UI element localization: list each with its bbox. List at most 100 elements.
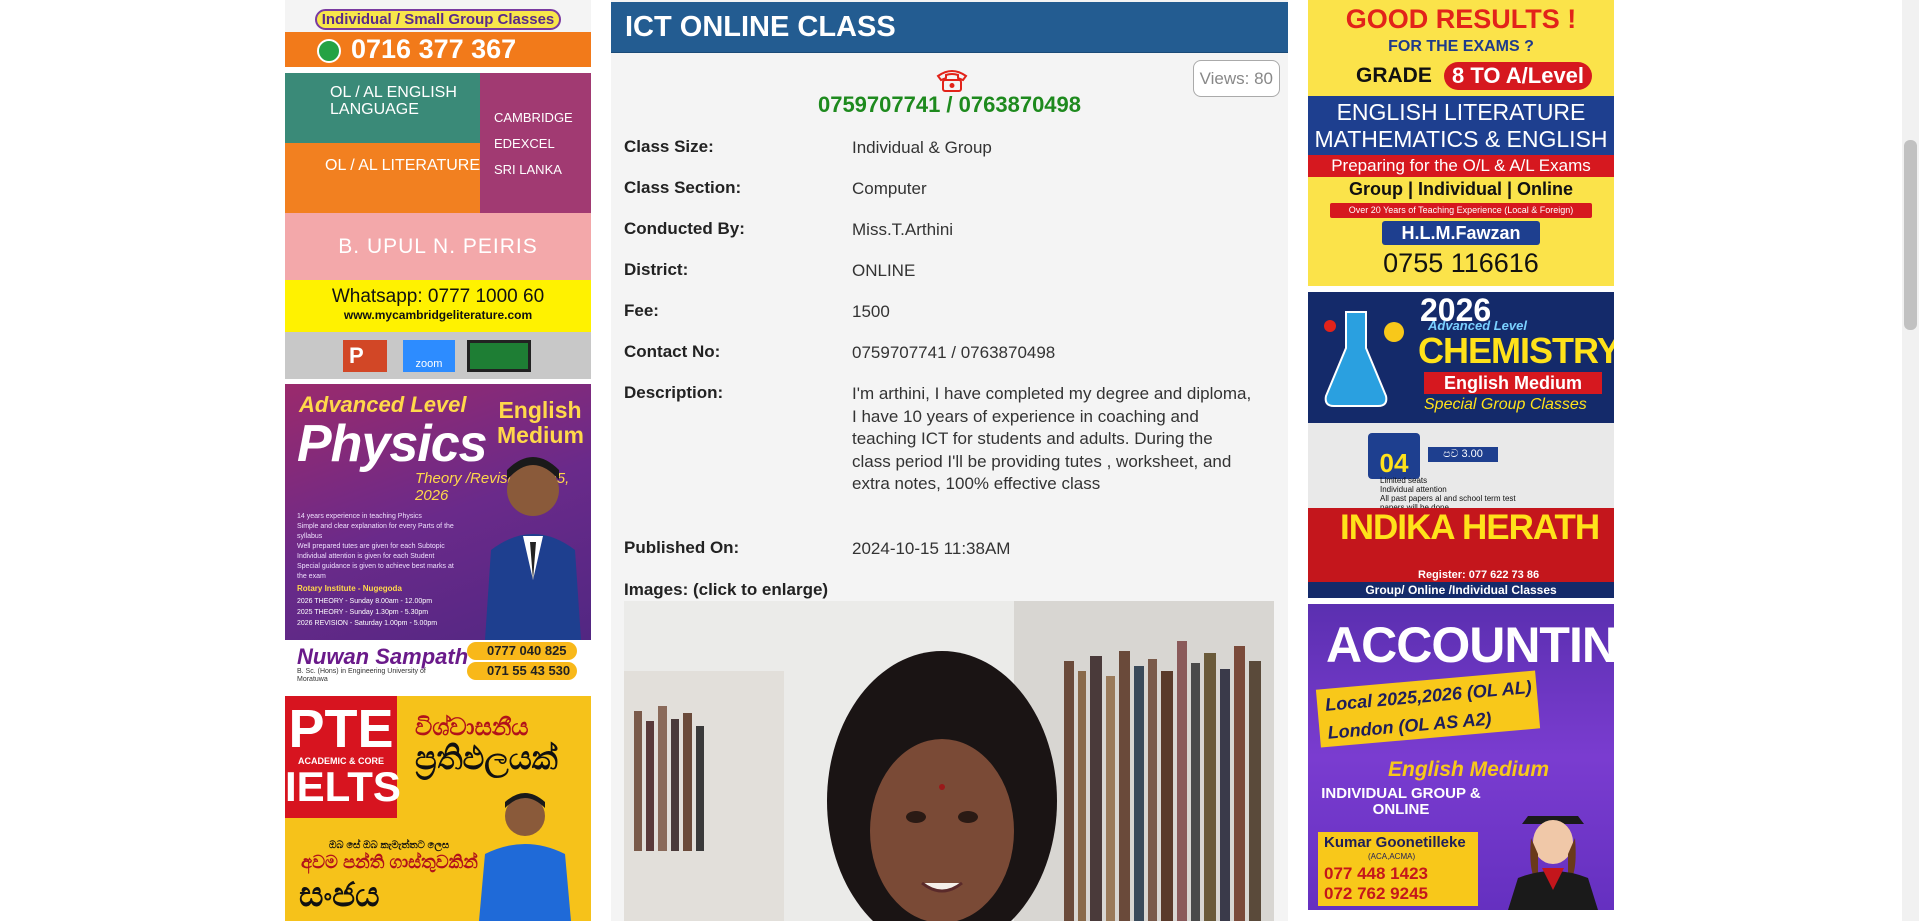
note: Individual attention <box>1380 485 1447 494</box>
detail-label: Class Section: <box>624 178 742 197</box>
ad-phone-2: 071 55 43 530 <box>467 662 577 680</box>
ad-pte: PTE <box>288 699 394 759</box>
teacher-photo <box>485 457 581 640</box>
ad-app-icons: P zoom <box>285 332 591 379</box>
detail-value: I'm arthini, I have completed my degree … <box>852 384 1252 493</box>
ad-subject: ENGLISH LITERATURE <box>1336 99 1586 125</box>
ad-banner-accounting[interactable]: ACCOUNTING Local 2025,2026 (OL AL) Londo… <box>1308 604 1614 910</box>
detail-value: Computer <box>852 179 927 198</box>
ad-banner-chemistry[interactable]: 2026 Advanced Level CHEMISTRY English Me… <box>1308 292 1614 598</box>
schedule-line: 2026 REVISION - Saturday 1.00pm - 5.00pm <box>297 620 438 627</box>
ad-register: Register: 077 622 73 86 <box>1418 569 1540 581</box>
ad-medium: English Medium <box>1388 758 1550 781</box>
ad-banner-english-maths[interactable]: GOOD RESULTS ! FOR THE EXAMS ? GRADE 8 T… <box>1308 0 1614 286</box>
schedule-line: 2026 THEORY - Sunday 8.00am - 12.00pm <box>297 598 433 605</box>
detail-label: Conducted By: <box>624 219 745 238</box>
google-classroom-icon <box>467 340 531 372</box>
ad-medium: English Medium <box>1424 372 1602 394</box>
ad-banner-tuition-phone[interactable]: Individual / Small Group Classes 0716 37… <box>285 0 591 67</box>
ad-banner-english-literature[interactable]: OL / AL ENGLISH LANGUAGE OL / AL LITERAT… <box>285 73 591 379</box>
ad-subject: CHEMISTRY <box>1418 330 1614 371</box>
zoom-icon: zoom <box>403 340 455 372</box>
ad-banner-physics[interactable]: Advanced Level Physics Theory /Revision … <box>285 384 591 690</box>
ad-phone-2: 072 762 9245 <box>1324 884 1428 903</box>
detail-value: Miss.T.Arthini <box>852 220 954 239</box>
listing-panel: ICT ONLINE CLASS Views: 80 0759707741 / … <box>611 0 1288 921</box>
ad-teacher-name: Kumar Goonetilleke <box>1324 834 1466 851</box>
ad-course-literature: OL / AL LITERATURE <box>285 143 480 213</box>
ad-sinhala-3: ඔබ සේ ඔබ කැමැත්තට ලෙස <box>329 840 450 851</box>
ad-headline: GOOD RESULTS ! <box>1345 4 1577 34</box>
board-edexcel: EDEXCEL <box>494 136 555 151</box>
board-cambridge: CAMBRIDGE <box>494 110 573 125</box>
scrollbar-track[interactable] <box>1902 0 1919 921</box>
ad-notes: Limited seats Individual attention All p… <box>1380 476 1530 512</box>
detail-label: Class Size: <box>624 137 714 156</box>
ad-tagline: Individual / Small Group Classes <box>315 9 561 30</box>
detail-label: District: <box>624 260 689 279</box>
page: Individual / Small Group Classes 0716 37… <box>0 0 1919 921</box>
ad-grade-range: 8 TO A/Level <box>1444 62 1592 90</box>
bullet: Special guidance is given to achieve bes… <box>297 563 454 580</box>
ad-url: www.mycambridgeliterature.com <box>343 308 533 322</box>
board-sri-lanka: SRI LANKA <box>494 162 562 177</box>
ad-phone-1: 0777 040 825 <box>467 642 577 660</box>
detail-value: 0759707741 / 0763870498 <box>852 343 1056 362</box>
ad-group: Group/ Online /Individual Classes <box>1308 582 1614 598</box>
ad-time: පව 3.00 <box>1428 447 1498 462</box>
ad-pte-block: PTE ACADEMIC & CORE IELTS <box>285 696 401 818</box>
telephone-icon <box>936 70 968 92</box>
scrollbar-thumb[interactable] <box>1904 140 1917 330</box>
teacher-photo <box>479 793 571 921</box>
detail-value: Individual & Group <box>852 138 992 157</box>
bullet: Simple and clear explanation for every P… <box>297 523 454 540</box>
images-label: Images: (click to enlarge) <box>624 580 829 599</box>
detail-label: Published On: <box>624 538 740 557</box>
ad-prep: Preparing for the O/L & A/L Exams <box>1308 155 1614 177</box>
whatsapp-icon <box>317 39 341 63</box>
detail-label: Contact No: <box>624 342 721 361</box>
page-title: ICT ONLINE CLASS <box>611 2 1288 53</box>
ad-sinhala-2: ප්‍රතිඵලයක් <box>415 740 558 776</box>
detail-value: 2024-10-15 11:38AM <box>852 539 1011 558</box>
powerpoint-icon: P <box>343 340 387 372</box>
ad-schedule: 2026 THEORY - Sunday 8.00am - 12.00pm 20… <box>297 596 437 629</box>
ad-institute: Rotary Institute - Nugegoda <box>297 584 402 593</box>
ad-course-english: OL / AL ENGLISH LANGUAGE <box>285 73 480 143</box>
detail-label: Description: <box>624 383 724 402</box>
note: Limited seats <box>1380 476 1428 485</box>
ad-modes: Group | Individual | Online <box>1348 179 1574 199</box>
detail-value: ONLINE <box>852 261 916 280</box>
bullet: Well prepared tutes are given for each S… <box>297 543 445 550</box>
ad-phone-1: 077 448 1423 <box>1324 864 1428 883</box>
ad-date: 04 <box>1368 433 1420 479</box>
ad-teacher-name: INDIKA HERATH <box>1340 508 1600 547</box>
bullet: Individual attention is given for each S… <box>297 553 435 560</box>
ad-exams: FOR THE EXAMS ? <box>1388 38 1534 55</box>
ad-subject: Physics <box>297 415 488 473</box>
ad-modes: INDIVIDUAL GROUP & ONLINE <box>1321 785 1481 818</box>
ad-contact: Whatsapp: 0777 1000 60 www.mycambridgeli… <box>285 280 591 332</box>
ad-phone: 0755 116616 <box>1383 248 1539 278</box>
ad-sinhala-1: විශ්වාසනීය <box>415 714 529 741</box>
contact-phones[interactable]: 0759707741 / 0763870498 <box>611 92 1288 118</box>
detail-value: 1500 <box>852 302 890 321</box>
ad-subject: ACCOUNTING <box>1326 617 1614 673</box>
ad-banner-pte-ielts[interactable]: PTE ACADEMIC & CORE IELTS විශ්වාසනීය ප්‍… <box>285 696 591 921</box>
teacher-portrait-image <box>624 601 1274 921</box>
detail-label: Fee: <box>624 301 659 320</box>
ad-teacher-name: Nuwan Sampath <box>297 644 469 669</box>
ad-grade: GRADE <box>1356 64 1432 87</box>
ad-special: Special Group Classes <box>1424 396 1587 413</box>
bullet: 14 years experience in teaching Physics <box>297 513 422 520</box>
ad-boards: CAMBRIDGE EDEXCEL SRI LANKA <box>480 73 591 213</box>
listing-photo[interactable] <box>624 601 1274 921</box>
schedule-line: 2025 THEORY - Sunday 1.30pm - 5.30pm <box>297 609 429 616</box>
ad-experience: Over 20 Years of Teaching Experience (Lo… <box>1330 203 1592 218</box>
ad-whatsapp: Whatsapp: 0777 1000 60 <box>331 286 545 307</box>
ad-teacher-name: B. UPUL N. PEIRIS <box>285 213 591 280</box>
ad-bullets: 14 years experience in teaching Physics … <box>297 512 462 582</box>
ad-degree: B. Sc. (Hons) in Engineering University … <box>297 668 426 683</box>
ad-locations: Local 2025,2026 (OL AL) London (OL AS A2… <box>1315 670 1541 748</box>
student-photo <box>1508 816 1598 910</box>
